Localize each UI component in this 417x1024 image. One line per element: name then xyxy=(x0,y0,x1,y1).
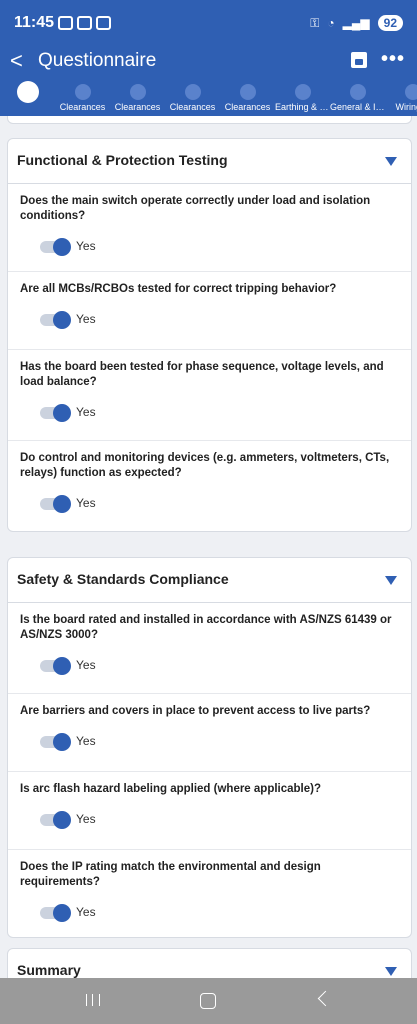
question-item: Does the IP rating match the environment… xyxy=(8,850,411,937)
question-item: Has the board been tested for phase sequ… xyxy=(8,350,411,441)
tab-wiring[interactable]: Wiring & xyxy=(385,78,417,116)
toggle-knob[interactable] xyxy=(53,811,71,829)
building-icon xyxy=(239,84,256,100)
answer-toggle[interactable]: Yes xyxy=(8,297,411,339)
toggle-knob[interactable] xyxy=(53,238,71,256)
building-icon xyxy=(349,84,366,100)
back-nav-icon[interactable] xyxy=(317,990,334,1007)
toggle-knob[interactable] xyxy=(53,657,71,675)
answer-toggle[interactable]: Yes xyxy=(8,224,411,266)
notification-icons xyxy=(58,16,111,30)
tab-clearances-2[interactable]: Clearances xyxy=(110,78,165,116)
toggle-label: Yes xyxy=(76,405,96,419)
question-item: Is arc flash hazard labeling applied (wh… xyxy=(8,772,411,850)
save-icon[interactable] xyxy=(351,52,367,68)
toggle-knob[interactable] xyxy=(53,495,71,513)
app-icon xyxy=(96,16,111,30)
tab-clearances-4[interactable]: Clearances xyxy=(220,78,275,116)
toggle-label: Yes xyxy=(76,905,96,919)
battery-indicator: 92 xyxy=(377,15,403,31)
question-item: Are all MCBs/RCBOs tested for correct tr… xyxy=(8,272,411,350)
toggle-label: Yes xyxy=(76,312,96,326)
answer-toggle[interactable]: Yes xyxy=(8,390,411,432)
section-summary: Summary xyxy=(7,948,412,978)
toggle-knob[interactable] xyxy=(53,733,71,751)
toggle-label: Yes xyxy=(76,812,96,826)
wifi-icon: ◔ xyxy=(327,16,335,30)
tab-clearances-3[interactable]: Clearances xyxy=(165,78,220,116)
app-bar: < Questionnaire ••• xyxy=(0,46,417,78)
section-header[interactable]: Safety & Standards Compliance xyxy=(8,558,411,603)
question-text: Is the board rated and installed in acco… xyxy=(20,614,392,641)
section-functional-testing: Functional & Protection Testing Does the… xyxy=(7,138,412,532)
home-icon[interactable] xyxy=(200,993,216,1009)
tab-general[interactable]: General & In... xyxy=(330,78,385,116)
answer-toggle[interactable]: Yes xyxy=(8,797,411,839)
question-text: Are all MCBs/RCBOs tested for correct tr… xyxy=(20,283,337,295)
recent-apps-icon[interactable] xyxy=(86,994,100,1006)
back-arrow-icon[interactable]: < xyxy=(10,48,23,74)
answer-toggle[interactable]: Yes xyxy=(8,719,411,761)
questionnaire-content[interactable]: Functional & Protection Testing Does the… xyxy=(0,116,417,978)
key-icon: ⚿ xyxy=(310,15,320,30)
answer-toggle[interactable]: Yes xyxy=(8,481,411,523)
question-item: Are barriers and covers in place to prev… xyxy=(8,694,411,772)
section-title: Functional & Protection Testing xyxy=(17,152,228,168)
toggle-knob[interactable] xyxy=(53,404,71,422)
section-safety-compliance: Safety & Standards Compliance Is the boa… xyxy=(7,557,412,938)
tab-home[interactable] xyxy=(0,78,55,116)
previous-section-card xyxy=(7,116,412,124)
section-header[interactable]: Functional & Protection Testing xyxy=(8,139,411,184)
collapse-arrow-icon[interactable] xyxy=(385,157,397,166)
tab-clearances-1[interactable]: Clearances xyxy=(55,78,110,116)
question-text: Does the main switch operate correctly u… xyxy=(20,195,371,222)
question-item: Is the board rated and installed in acco… xyxy=(8,603,411,694)
toggle-label: Yes xyxy=(76,734,96,748)
question-text: Does the IP rating match the environment… xyxy=(20,861,321,888)
building-icon xyxy=(74,84,91,100)
tab-earthing[interactable]: Earthing & B... xyxy=(275,78,330,116)
building-icon xyxy=(129,84,146,100)
collapse-arrow-icon[interactable] xyxy=(385,967,397,976)
toggle-knob[interactable] xyxy=(53,904,71,922)
question-item: Do control and monitoring devices (e.g. … xyxy=(8,441,411,531)
toggle-label: Yes xyxy=(76,496,96,510)
section-tabs: Clearances Clearances Clearances Clearan… xyxy=(0,78,417,116)
building-icon xyxy=(184,84,201,100)
linkedin-icon xyxy=(77,16,92,30)
question-text: Is arc flash hazard labeling applied (wh… xyxy=(20,783,321,795)
system-nav-bar xyxy=(0,978,417,1024)
question-text: Has the board been tested for phase sequ… xyxy=(20,361,384,388)
answer-toggle[interactable]: Yes xyxy=(8,890,411,932)
collapse-arrow-icon[interactable] xyxy=(385,576,397,585)
section-title: Summary xyxy=(17,962,81,978)
system-icons: ⚿ ◔ ▂▄▆ 92 xyxy=(310,15,403,31)
section-title: Safety & Standards Compliance xyxy=(17,571,229,587)
building-icon xyxy=(294,84,311,100)
building-icon xyxy=(404,84,417,100)
status-time: 11:45 xyxy=(14,14,55,31)
toggle-label: Yes xyxy=(76,239,96,253)
page-title: Questionnaire xyxy=(38,50,157,71)
toggle-label: Yes xyxy=(76,658,96,672)
signal-icon: ▂▄▆ xyxy=(342,16,370,30)
screenshot-icon xyxy=(58,16,73,30)
toggle-knob[interactable] xyxy=(53,311,71,329)
question-item: Does the main switch operate correctly u… xyxy=(8,184,411,272)
answer-toggle[interactable]: Yes xyxy=(8,643,411,685)
building-icon xyxy=(16,81,39,103)
question-text: Do control and monitoring devices (e.g. … xyxy=(20,452,390,479)
status-bar: 11:45 ⚿ ◔ ▂▄▆ 92 xyxy=(0,0,417,46)
more-options-icon[interactable]: ••• xyxy=(381,48,405,71)
section-header[interactable]: Summary xyxy=(8,949,411,978)
question-text: Are barriers and covers in place to prev… xyxy=(20,705,371,717)
